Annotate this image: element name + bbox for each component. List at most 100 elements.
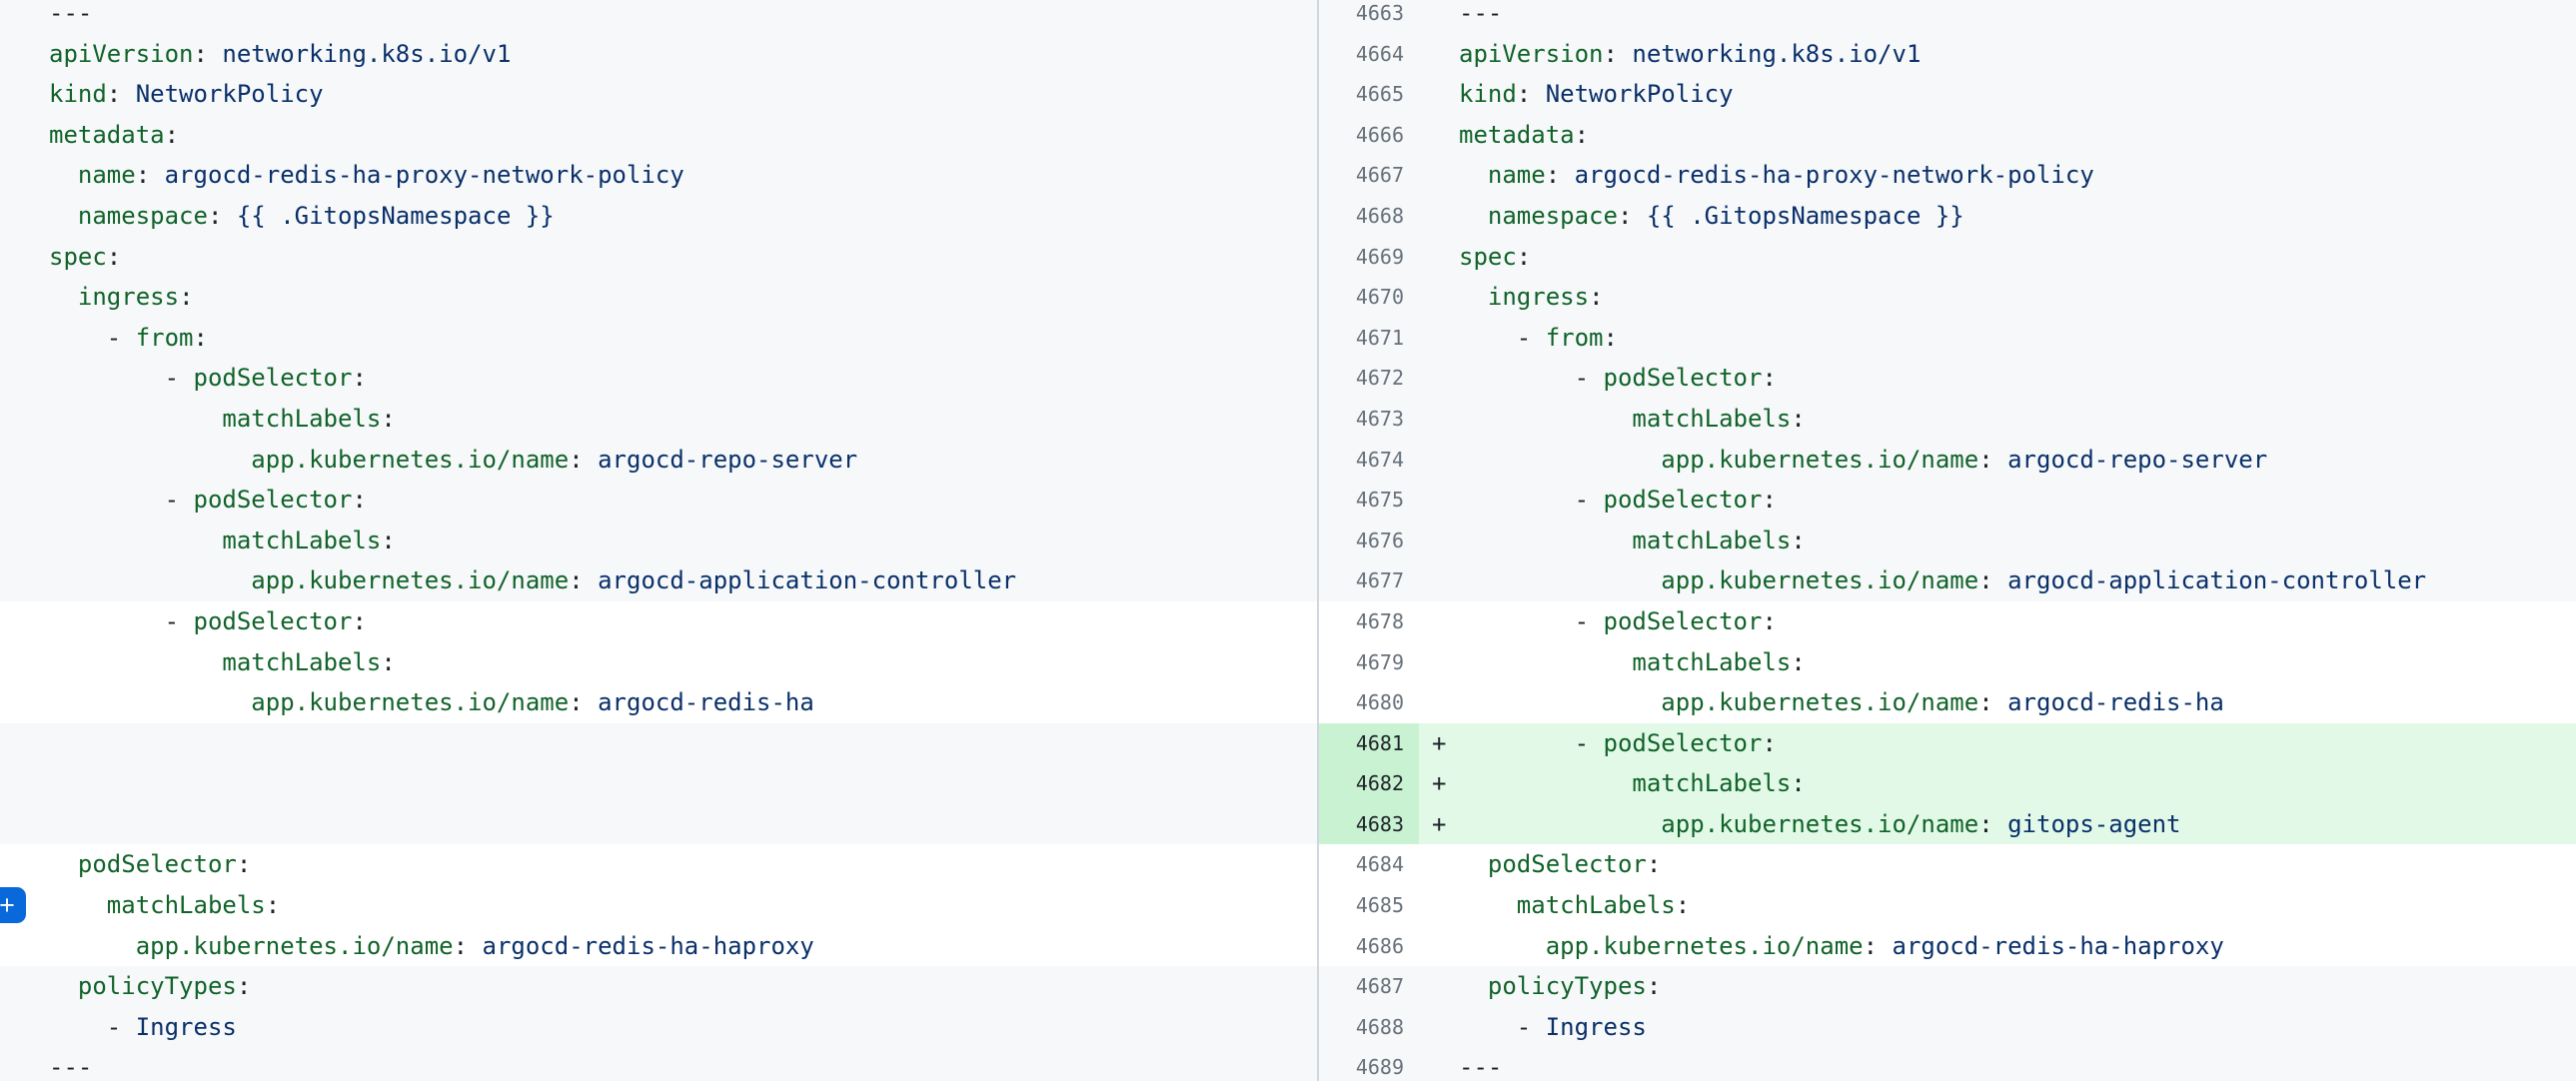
- right-line-number[interactable]: 4678: [1319, 601, 1419, 642]
- code-line: app.kubernetes.io/name: gitops-agent: [1459, 804, 2576, 845]
- code-line: matchLabels:: [49, 399, 1317, 440]
- code-line: matchLabels:: [1459, 521, 2576, 561]
- code-line: ingress:: [49, 277, 1317, 318]
- code-line: - podSelector:: [49, 358, 1317, 399]
- code-line: - podSelector:: [1459, 723, 2576, 764]
- left-code-cell: podSelector:: [0, 844, 1319, 885]
- code-line: matchLabels:: [49, 521, 1317, 561]
- add-comment-button[interactable]: +: [0, 887, 26, 923]
- right-line-number[interactable]: 4683: [1319, 804, 1419, 845]
- diff-row: kind: NetworkPolicy4665kind: NetworkPoli…: [0, 74, 2576, 115]
- code-line: - podSelector:: [49, 601, 1317, 642]
- right-line-number[interactable]: 4668: [1319, 196, 1419, 237]
- right-code-cell: - from:: [1419, 318, 2576, 359]
- right-line-number[interactable]: 4679: [1319, 642, 1419, 683]
- left-code-cell: app.kubernetes.io/name: argocd-repo-serv…: [0, 440, 1319, 481]
- code-line: apiVersion: networking.k8s.io/v1: [49, 34, 1317, 75]
- right-code-cell: matchLabels:: [1419, 885, 2576, 926]
- code-line: spec:: [49, 237, 1317, 278]
- right-line-number[interactable]: 4685: [1319, 885, 1419, 926]
- right-line-number[interactable]: 4669: [1319, 237, 1419, 278]
- right-line-number[interactable]: 4663: [1319, 0, 1419, 34]
- right-code-cell: matchLabels:: [1419, 399, 2576, 440]
- left-code-cell: - from:: [0, 318, 1319, 359]
- right-line-number[interactable]: 4687: [1319, 966, 1419, 1007]
- code-line: podSelector:: [49, 844, 1317, 885]
- left-empty-filler-cell: [0, 723, 1319, 764]
- right-line-number[interactable]: 4686: [1319, 926, 1419, 967]
- right-line-number[interactable]: 4684: [1319, 844, 1419, 885]
- code-line: policyTypes:: [1459, 966, 2576, 1007]
- diff-row: - Ingress4688 - Ingress: [0, 1007, 2576, 1048]
- code-line: - podSelector:: [49, 480, 1317, 521]
- right-code-cell: kind: NetworkPolicy: [1419, 74, 2576, 115]
- right-line-number[interactable]: 4677: [1319, 560, 1419, 601]
- right-line-number[interactable]: 4675: [1319, 480, 1419, 521]
- code-line: app.kubernetes.io/name: argocd-applicati…: [49, 560, 1317, 601]
- code-line: app.kubernetes.io/name: argocd-applicati…: [1459, 560, 2576, 601]
- code-line: ingress:: [1459, 277, 2576, 318]
- right-line-number[interactable]: 4689: [1319, 1047, 1419, 1081]
- code-line: - podSelector:: [1459, 358, 2576, 399]
- code-line: matchLabels:: [49, 642, 1317, 683]
- left-code-cell: - Ingress: [0, 1007, 1319, 1048]
- left-code-cell: app.kubernetes.io/name: argocd-redis-ha: [0, 682, 1319, 723]
- right-line-number[interactable]: 4665: [1319, 74, 1419, 115]
- left-code-cell: metadata:: [0, 115, 1319, 156]
- diff-row: matchLabels:4673 matchLabels:: [0, 399, 2576, 440]
- code-line: - from:: [1459, 318, 2576, 359]
- left-code-cell: matchLabels:: [0, 399, 1319, 440]
- diff-row: namespace: {{ .GitopsNamespace }}4668 na…: [0, 196, 2576, 237]
- diff-rows-container: ---4663---apiVersion: networking.k8s.io/…: [0, 0, 2576, 1081]
- right-code-cell: app.kubernetes.io/name: argocd-redis-ha-…: [1419, 926, 2576, 967]
- right-code-cell: policyTypes:: [1419, 966, 2576, 1007]
- addition-marker: +: [1432, 763, 1446, 804]
- diff-row: name: argocd-redis-ha-proxy-network-poli…: [0, 155, 2576, 196]
- code-line: matchLabels:: [1459, 885, 2576, 926]
- left-code-cell: - podSelector:: [0, 601, 1319, 642]
- code-line: app.kubernetes.io/name: argocd-redis-ha: [1459, 682, 2576, 723]
- diff-row: spec:4669spec:: [0, 237, 2576, 278]
- left-code-cell: app.kubernetes.io/name: argocd-applicati…: [0, 560, 1319, 601]
- right-line-number[interactable]: 4671: [1319, 318, 1419, 359]
- left-empty-filler-cell: [0, 804, 1319, 845]
- left-code-cell: - podSelector:: [0, 480, 1319, 521]
- right-line-number[interactable]: 4674: [1319, 440, 1419, 481]
- right-code-cell: matchLabels:: [1419, 521, 2576, 561]
- code-line: matchLabels:: [49, 885, 1317, 926]
- diff-row: app.kubernetes.io/name: argocd-redis-ha4…: [0, 682, 2576, 723]
- right-line-number[interactable]: 4680: [1319, 682, 1419, 723]
- code-line: app.kubernetes.io/name: argocd-repo-serv…: [1459, 440, 2576, 481]
- right-line-number[interactable]: 4666: [1319, 115, 1419, 156]
- right-line-number[interactable]: 4681: [1319, 723, 1419, 764]
- split-diff-view: ---4663---apiVersion: networking.k8s.io/…: [0, 0, 2576, 1081]
- code-line: name: argocd-redis-ha-proxy-network-poli…: [1459, 155, 2576, 196]
- right-line-number[interactable]: 4664: [1319, 34, 1419, 75]
- right-line-number[interactable]: 4670: [1319, 277, 1419, 318]
- diff-row: apiVersion: networking.k8s.io/v14664apiV…: [0, 34, 2576, 75]
- code-line: spec:: [1459, 237, 2576, 278]
- code-line: namespace: {{ .GitopsNamespace }}: [49, 196, 1317, 237]
- code-line: name: argocd-redis-ha-proxy-network-poli…: [49, 155, 1317, 196]
- right-code-cell: - podSelector:: [1419, 601, 2576, 642]
- right-line-number[interactable]: 4676: [1319, 521, 1419, 561]
- left-code-cell: ---: [0, 1047, 1319, 1081]
- right-code-cell: ---: [1419, 1047, 2576, 1081]
- right-line-number[interactable]: 4682: [1319, 763, 1419, 804]
- diff-row: app.kubernetes.io/name: argocd-applicati…: [0, 560, 2576, 601]
- right-line-number[interactable]: 4672: [1319, 358, 1419, 399]
- code-line: ---: [1459, 0, 2576, 34]
- diff-row: - podSelector:4672 - podSelector:: [0, 358, 2576, 399]
- right-line-number[interactable]: 4667: [1319, 155, 1419, 196]
- diff-row: podSelector:4684 podSelector:: [0, 844, 2576, 885]
- diff-row: 4681+ - podSelector:: [0, 723, 2576, 764]
- right-code-cell: + matchLabels:: [1419, 763, 2576, 804]
- code-line: app.kubernetes.io/name: argocd-repo-serv…: [49, 440, 1317, 481]
- code-line: - podSelector:: [1459, 601, 2576, 642]
- diff-row: app.kubernetes.io/name: argocd-repo-serv…: [0, 440, 2576, 481]
- right-line-number[interactable]: 4673: [1319, 399, 1419, 440]
- right-line-number[interactable]: 4688: [1319, 1007, 1419, 1048]
- diff-row: app.kubernetes.io/name: argocd-redis-ha-…: [0, 926, 2576, 967]
- left-code-cell: - podSelector:: [0, 358, 1319, 399]
- right-code-cell: app.kubernetes.io/name: argocd-repo-serv…: [1419, 440, 2576, 481]
